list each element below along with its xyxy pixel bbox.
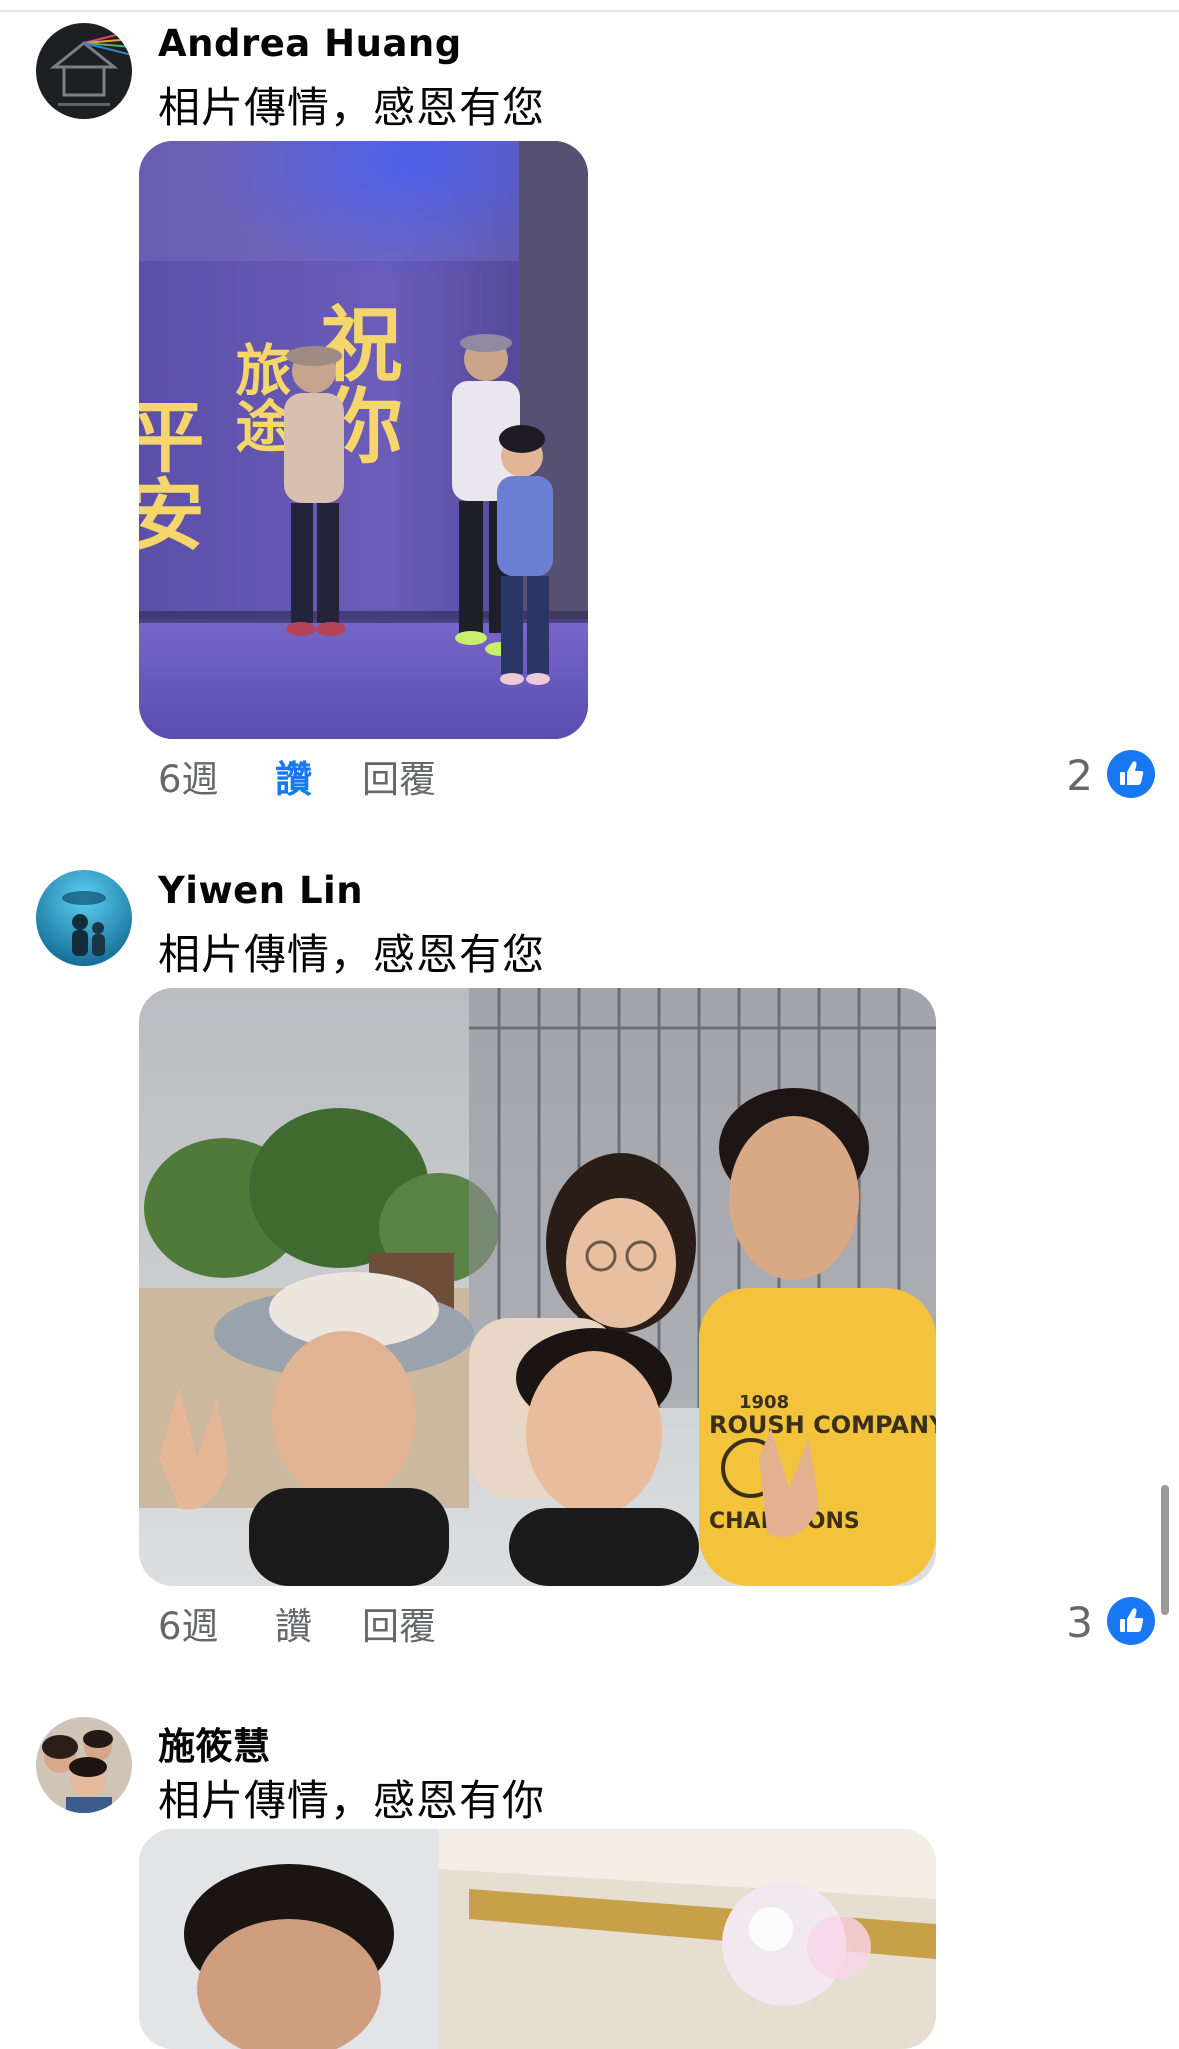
scrollbar-thumb[interactable] xyxy=(1161,1485,1169,1615)
like-button[interactable]: 讚 xyxy=(275,755,312,805)
calligraphy-text: 平安 xyxy=(139,396,205,552)
comment-actions: 6週 讚 回覆 xyxy=(158,1602,488,1652)
photo-family-calligraphy-wall: 平安 旅途 祝你 xyxy=(139,141,588,739)
comment-photo[interactable]: 平安 旅途 祝你 xyxy=(139,141,588,739)
comment-photo[interactable]: 1908 ROUSH COMPANY CHAMPIONS xyxy=(139,988,936,1586)
comment-text: 相片傳情，感恩有您 xyxy=(158,930,546,979)
comment-actions: 6週 讚 回覆 xyxy=(158,755,488,805)
like-button[interactable]: 讚 xyxy=(275,1602,312,1652)
top-divider xyxy=(0,10,1179,12)
photo-selfie-partial xyxy=(139,1829,936,2049)
avatar[interactable] xyxy=(36,870,132,966)
comment-text: 相片傳情，感恩有你 xyxy=(158,1776,546,1825)
photo-family-selfie: 1908 ROUSH COMPANY CHAMPIONS xyxy=(139,988,936,1586)
comment-photo[interactable] xyxy=(139,1829,936,2049)
reply-button[interactable]: 回覆 xyxy=(362,1602,436,1652)
comment-author[interactable]: 施筱慧 xyxy=(158,1716,271,1770)
avatar[interactable] xyxy=(36,23,132,119)
avatar-image xyxy=(36,23,132,119)
calligraphy-text: 旅途 xyxy=(226,341,292,453)
reaction-summary[interactable]: 3 xyxy=(1000,1597,1155,1649)
comment-author[interactable]: Yiwen Lin xyxy=(158,869,363,912)
reaction-summary[interactable]: 2 xyxy=(1000,750,1155,802)
thumbs-up-icon xyxy=(1107,1597,1155,1645)
avatar[interactable] xyxy=(36,1717,132,1813)
comment-author[interactable]: Andrea Huang xyxy=(158,22,462,65)
reaction-count: 2 xyxy=(1066,751,1093,800)
thumbs-up-icon xyxy=(1107,750,1155,798)
comment-text: 相片傳情，感恩有您 xyxy=(158,83,546,132)
comment-timestamp[interactable]: 6週 xyxy=(158,755,219,805)
comment-timestamp[interactable]: 6週 xyxy=(158,1602,219,1652)
avatar-image xyxy=(36,870,132,966)
avatar-image xyxy=(36,1717,132,1813)
shirt-text: ROUSH COMPANY xyxy=(709,1411,936,1439)
reply-button[interactable]: 回覆 xyxy=(362,755,436,805)
shirt-text: 1908 xyxy=(739,1392,789,1413)
reaction-count: 3 xyxy=(1066,1598,1093,1647)
